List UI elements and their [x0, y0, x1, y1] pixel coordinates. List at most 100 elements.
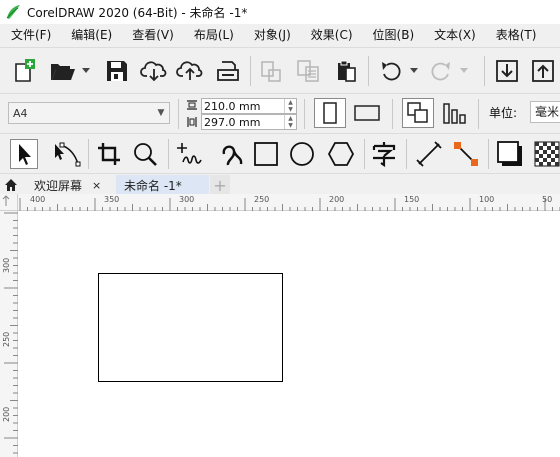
page-size-select[interactable]: A4 ▼: [8, 102, 170, 124]
toolbar-separator: [478, 99, 479, 129]
rectangle-object[interactable]: [98, 273, 283, 382]
current-page-icon: [443, 103, 466, 124]
menu-view[interactable]: 查看(V): [121, 24, 183, 47]
ruler-h-label: 150: [404, 195, 420, 204]
open-dropdown-icon[interactable]: [80, 66, 92, 76]
coreldraw-logo-icon: [6, 5, 20, 19]
connector-tool-icon[interactable]: [450, 139, 482, 169]
new-document-icon[interactable]: [10, 58, 38, 84]
landscape-icon: [354, 105, 380, 121]
ruler-h-label: 300: [179, 195, 195, 204]
polygon-tool-icon[interactable]: [324, 139, 358, 169]
text-tool-icon[interactable]: [368, 139, 400, 169]
menu-bar: 文件(F) 编辑(E) 查看(V) 布局(L) 对象(J) 效果(C) 位图(B…: [0, 24, 560, 47]
home-tab[interactable]: [2, 175, 20, 195]
page-size-value: A4: [13, 106, 28, 120]
portrait-button[interactable]: [314, 98, 346, 128]
toolbar-separator: [168, 139, 169, 169]
pick-tool-icon[interactable]: [10, 139, 38, 169]
portrait-icon: [323, 102, 337, 124]
menu-bitmaps[interactable]: 位图(B): [362, 24, 424, 47]
window-title: CorelDRAW 2020 (64-Bit) - 未命名 -1*: [27, 5, 248, 20]
ruler-v-label: 250: [2, 331, 11, 347]
drop-shadow-icon[interactable]: [494, 139, 526, 169]
width-value: 210.0 mm: [204, 99, 261, 113]
menu-file[interactable]: 文件(F): [0, 24, 60, 47]
menu-object[interactable]: 对象(J): [243, 24, 300, 47]
tab-document-label: 未命名 -1*: [124, 178, 182, 193]
width-icon: [185, 97, 199, 113]
close-icon[interactable]: ×: [92, 179, 101, 192]
landscape-button[interactable]: [352, 100, 382, 126]
clipboard-icon[interactable]: [332, 58, 360, 84]
tab-document[interactable]: 未命名 -1*: [116, 175, 209, 195]
redo-icon[interactable]: [426, 58, 456, 84]
current-page-button[interactable]: [440, 99, 470, 127]
dimension-tool-icon[interactable]: [412, 139, 446, 169]
print-icon[interactable]: [214, 58, 242, 84]
artistic-media-icon[interactable]: [214, 139, 248, 169]
home-icon: [5, 179, 17, 191]
freehand-tool-icon[interactable]: [174, 139, 208, 169]
chevron-down-icon: ▼: [157, 108, 165, 118]
cloud-download-icon[interactable]: [140, 58, 168, 84]
width-spinner[interactable]: ▲ ▼: [284, 99, 296, 113]
document-tab-bar: 欢迎屏幕 × 未命名 -1* +: [0, 173, 560, 195]
ruler-v-label: 200: [2, 406, 11, 422]
toolbar-separator: [392, 99, 393, 129]
ruler-v-label: 300: [2, 257, 11, 273]
toolbar-separator: [484, 56, 485, 86]
all-pages-icon: [407, 102, 428, 123]
shape-tool-icon[interactable]: [50, 139, 82, 169]
ruler-h-label: 50: [542, 195, 553, 204]
all-pages-button[interactable]: [402, 98, 434, 128]
horizontal-ruler[interactable]: 400 350 300 250 200 150 100 50: [18, 194, 560, 211]
ruler-h-label: 400: [30, 195, 46, 204]
import-icon[interactable]: [492, 58, 522, 84]
menu-table[interactable]: 表格(T): [485, 24, 546, 47]
transparency-icon[interactable]: [532, 139, 560, 169]
height-icon: [185, 114, 199, 130]
save-icon[interactable]: [104, 58, 130, 84]
toolbar-separator: [178, 99, 179, 129]
tab-welcome[interactable]: 欢迎屏幕 ×: [24, 175, 114, 195]
height-value: 297.0 mm: [204, 115, 261, 129]
unit-label: 单位:: [489, 106, 518, 120]
ruler-h-label: 350: [104, 195, 120, 204]
zoom-tool-icon[interactable]: [130, 139, 160, 169]
toolbar-separator: [368, 56, 369, 86]
toolbar-separator: [304, 99, 305, 129]
vertical-ruler[interactable]: 300 250 200: [0, 211, 18, 457]
menu-effects[interactable]: 效果(C): [300, 24, 362, 47]
ellipse-tool-icon[interactable]: [286, 139, 318, 169]
ruler-origin-icon: [2, 195, 10, 206]
toolbar-separator: [364, 139, 365, 169]
tab-welcome-label: 欢迎屏幕: [34, 178, 83, 193]
redo-dropdown-icon[interactable]: [458, 66, 470, 76]
export-icon[interactable]: [528, 58, 558, 84]
undo-dropdown-icon[interactable]: [408, 66, 420, 76]
unit-select[interactable]: 毫米: [530, 101, 560, 123]
ruler-origin[interactable]: [0, 194, 18, 211]
add-tab-button[interactable]: +: [210, 175, 230, 195]
property-bar: A4 ▼ 210.0 mm ▲ ▼ 297.0 mm ▲ ▼ 单位: 毫米: [0, 93, 560, 133]
rectangle-tool-icon[interactable]: [250, 139, 282, 169]
toolbar-separator: [406, 139, 407, 169]
ruler-h-label: 100: [479, 195, 495, 204]
standard-toolbar: [0, 47, 560, 93]
crop-tool-icon[interactable]: [94, 139, 124, 169]
menu-layout[interactable]: 布局(L): [183, 24, 243, 47]
title-bar: CorelDRAW 2020 (64-Bit) - 未命名 -1*: [0, 0, 560, 24]
undo-icon[interactable]: [376, 58, 406, 84]
menu-edit[interactable]: 编辑(E): [60, 24, 121, 47]
paste-format-icon[interactable]: [294, 58, 322, 84]
height-spinner[interactable]: ▲ ▼: [284, 115, 296, 129]
ruler-h-label: 250: [254, 195, 270, 204]
menu-text[interactable]: 文本(X): [423, 24, 485, 47]
copy-format-icon[interactable]: [258, 58, 284, 84]
height-field[interactable]: 297.0 mm ▲ ▼: [201, 114, 297, 130]
cloud-upload-icon[interactable]: [176, 58, 204, 84]
width-field[interactable]: 210.0 mm ▲ ▼: [201, 98, 297, 114]
open-icon[interactable]: [48, 58, 78, 84]
toolbar-separator: [488, 139, 489, 169]
